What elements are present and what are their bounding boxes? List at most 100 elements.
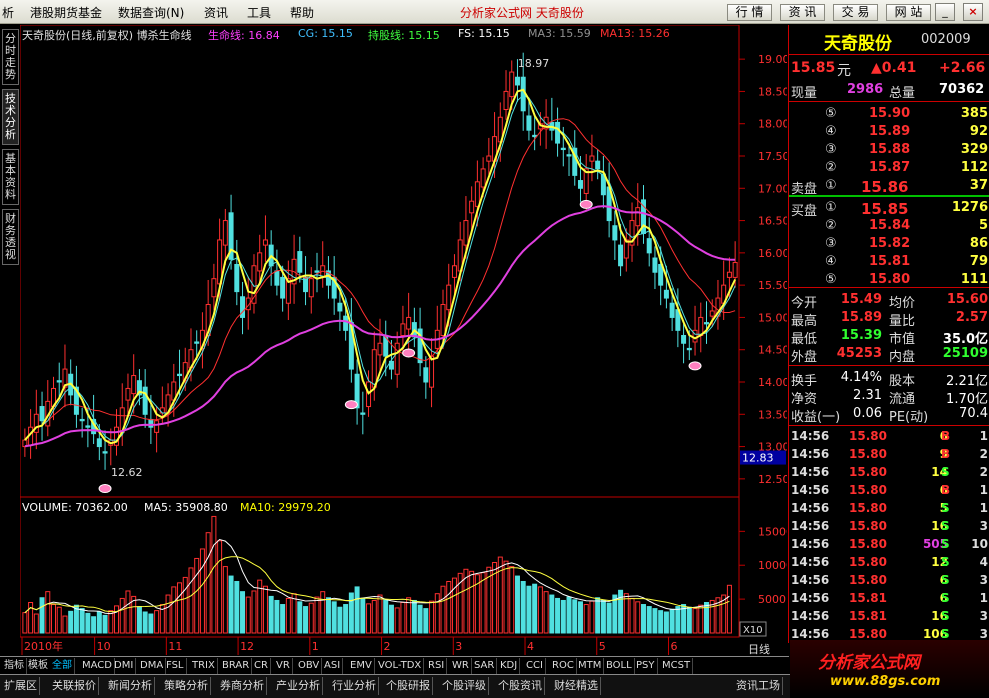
divider (789, 101, 989, 102)
indicator-tab-roc[interactable]: ROC (550, 658, 577, 674)
ask-row[interactable]: ② 15.87 112 (789, 159, 989, 177)
website-button[interactable]: 网 站 (886, 4, 931, 21)
quotes-button[interactable]: 行 情 (727, 4, 772, 21)
indicator-tab-sar[interactable]: SAR (472, 658, 498, 674)
tick-row[interactable]: 14:56 15.80 14 S 2 (789, 464, 989, 482)
volume-bar (211, 515, 217, 634)
volume-bar (537, 586, 543, 634)
tab-technical-analysis[interactable]: 技术分析 (2, 89, 19, 145)
volume-bar (675, 606, 681, 634)
bottom-tab-8[interactable]: 个股评级 (440, 677, 489, 695)
price-axis-label: 12.50 (758, 473, 787, 486)
price-axis-label: 17.50 (758, 150, 787, 163)
menu-item-analysis[interactable]: 析 (2, 4, 14, 21)
ask-row[interactable]: ④ 15.89 92 (789, 123, 989, 141)
indicator-tab-mcst[interactable]: MCST (660, 658, 694, 674)
bottom-tab-11[interactable]: 资讯工场 (734, 677, 783, 695)
tick-row[interactable]: 14:56 15.80 12 S 4 (789, 554, 989, 572)
volume-bar (308, 602, 314, 634)
bottom-tab-1[interactable]: 关联报价 (50, 677, 99, 695)
indicator-tab-asi[interactable]: ASI (322, 658, 344, 674)
volume-bar (595, 597, 601, 634)
bid-row[interactable]: 买盘 ① 15.85 1276 (789, 199, 989, 219)
volume-scale: X10 (743, 625, 763, 636)
news-button[interactable]: 资 讯 (780, 4, 825, 21)
kline-chart[interactable]: 19.00 18.50 18.00 17.50 17.00 16.50 16.00 15.50… (20, 25, 787, 655)
indicator-tab-psy[interactable]: PSY (634, 658, 658, 674)
tab-fundamentals[interactable]: 基本资料 (2, 149, 19, 205)
tick-row[interactable]: 14:56 15.81 6 S 1 (789, 590, 989, 608)
candle (240, 281, 246, 335)
trade-button[interactable]: 交 易 (833, 4, 878, 21)
bottom-tab-10[interactable]: 财经精选 (552, 677, 601, 695)
indicator-tab-brar[interactable]: BRAR (220, 658, 253, 674)
indicator-tab-boll[interactable]: BOLL (604, 658, 635, 674)
close-icon[interactable]: × (963, 3, 983, 21)
indicator-tab-kdj[interactable]: KDJ (498, 658, 521, 674)
tick-time: 14:56 (791, 555, 830, 569)
kline-chart-area[interactable]: 19.00 18.50 18.00 17.50 17.00 16.50 16.00 15.50… (20, 25, 787, 655)
indicator-tab-指标[interactable]: 指标 (2, 658, 27, 674)
menu-item-help[interactable]: 帮助 (290, 4, 314, 21)
tick-price: 15.80 (849, 483, 887, 497)
indicator-tab-obv[interactable]: OBV (296, 658, 323, 674)
tick-row[interactable]: 14:56 15.81 16 S 3 (789, 608, 989, 626)
bid-price: 15.80 (869, 272, 911, 287)
tick-row[interactable]: 14:56 15.80 6 B 1 (789, 482, 989, 500)
tick-row[interactable]: 14:56 15.80 9 B 2 (789, 446, 989, 464)
indicator-tab-trix[interactable]: TRIX (190, 658, 218, 674)
bottom-tab-5[interactable]: 产业分析 (274, 677, 323, 695)
chart-title: 天奇股份(日线,前复权) 博杀生命线 (22, 29, 192, 42)
bottom-tab-6[interactable]: 行业分析 (330, 677, 379, 695)
bid-row[interactable]: ④ 15.81 79 (789, 253, 989, 271)
bid-row[interactable]: ③ 15.82 86 (789, 235, 989, 253)
tick-row[interactable]: 14:56 15.80 16 S 3 (789, 518, 989, 536)
indicator-tab-macd[interactable]: MACD (80, 658, 115, 674)
tick-row[interactable]: 14:56 15.80 505 S 10 (789, 536, 989, 554)
indicator-tab-cr[interactable]: CR (252, 658, 271, 674)
indicator-tab-dmi[interactable]: DMI (112, 658, 137, 674)
period-daily-label[interactable]: 日线 (748, 641, 770, 657)
logo-text: 分析家公式网 (818, 653, 920, 673)
bottom-tab-7[interactable]: 个股研报 (384, 677, 433, 695)
menu-item-news[interactable]: 资讯 (204, 4, 228, 21)
minimize-icon[interactable]: _ (935, 3, 955, 21)
indicator-tab-wr[interactable]: WR (450, 658, 472, 674)
bottom-tab-9[interactable]: 个股资讯 (496, 677, 545, 695)
indicator-tab-rsi[interactable]: RSI (426, 658, 448, 674)
volume-bar (182, 576, 188, 634)
ask-row[interactable]: 卖盘 ① 15.86 37 (789, 177, 989, 197)
tick-row[interactable]: 14:56 15.80 5 S 1 (789, 500, 989, 518)
tick-row[interactable]: 14:56 15.80 6 S 3 (789, 572, 989, 590)
ask-row[interactable]: ⑤ 15.90 385 (789, 105, 989, 123)
volume-bar (320, 591, 326, 634)
indicator-tab-emv[interactable]: EMV (348, 658, 375, 674)
ask-row[interactable]: ③ 15.88 329 (789, 141, 989, 159)
tab-financials[interactable]: 财务透视 (2, 209, 19, 265)
volume-bar (348, 592, 354, 634)
stock-name: 天奇股份 (824, 34, 892, 54)
cur-vol-label: 现量 (791, 86, 818, 101)
indicator-tab-全部[interactable]: 全部 (50, 658, 75, 674)
bid-row[interactable]: ② 15.84 5 (789, 217, 989, 235)
indicator-tab-mtm[interactable]: MTM (576, 658, 605, 674)
indicator-tab-cci[interactable]: CCI (524, 658, 546, 674)
menu-item-data-query[interactable]: 数据查询(N) (118, 4, 184, 21)
bid-volume: 5 (978, 218, 988, 233)
menu-item-hk-futures-funds[interactable]: 港股期货基金 (30, 4, 102, 21)
indicator-tab-fsl[interactable]: FSL (164, 658, 187, 674)
bottom-tab-2[interactable]: 新闻分析 (106, 677, 155, 695)
indicator-tab-vr[interactable]: VR (274, 658, 293, 674)
indicator-tab-模板[interactable]: 模板 (26, 658, 51, 674)
ask-price: 15.90 (869, 106, 911, 121)
tick-price: 15.80 (849, 627, 887, 641)
tab-intraday[interactable]: 分时走势 (2, 29, 19, 85)
bottom-tab-3[interactable]: 策略分析 (162, 677, 211, 695)
bottom-tab-4[interactable]: 券商分析 (218, 677, 267, 695)
menu-item-tools[interactable]: 工具 (247, 4, 271, 21)
indicator-tab-dma[interactable]: DMA (138, 658, 167, 674)
bottom-tab-0[interactable]: 扩展区 (2, 677, 40, 695)
indicator-tab-vol-tdx[interactable]: VOL-TDX (376, 658, 425, 674)
candle (606, 162, 612, 238)
tick-row[interactable]: 14:56 15.80 6 B 1 (789, 428, 989, 446)
